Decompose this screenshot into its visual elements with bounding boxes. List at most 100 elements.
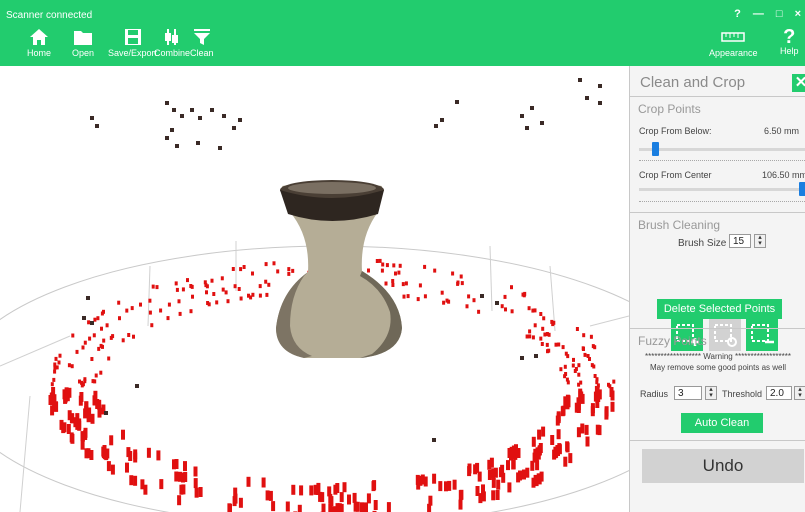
clean-button[interactable]: Clean [190,28,214,58]
stray-point [90,116,94,120]
brush-size-input[interactable]: 15 [729,234,751,248]
scan-point [109,335,113,340]
scan-point [398,263,402,268]
stray-point [222,114,226,118]
scan-point [167,302,171,307]
scan-point [452,479,457,490]
scan-point [251,292,255,297]
scan-point [460,281,464,286]
scan-point [100,311,104,316]
scan-point [547,348,551,353]
minimize-button[interactable]: — [753,8,764,20]
help-window-button[interactable]: ? [734,8,741,20]
help-button[interactable]: ? Help [780,27,799,56]
scan-point [585,436,590,447]
combine-button[interactable]: Combine [154,28,190,58]
scan-point [447,299,451,304]
crop-below-slider[interactable] [639,142,805,156]
scan-point [224,290,228,295]
scan-point [175,287,179,292]
scan-point [71,333,75,338]
scan-point [553,448,558,459]
scan-point [84,448,89,459]
scan-point [582,347,585,351]
grid-line [589,315,629,327]
scan-point [93,379,97,384]
undo-button[interactable]: Undo [642,449,804,483]
scan-point [121,429,125,440]
crop-center-slider-thumb[interactable] [798,182,805,196]
scan-point [321,503,326,512]
scan-point [186,278,189,283]
scan-point [467,294,471,299]
scan-point [94,373,98,378]
warning-note: May remove some good points as well [649,363,787,372]
scan-point [507,482,512,493]
scan-point [90,413,95,424]
scan-point [70,364,74,369]
scan-point [251,271,254,276]
scan-point [507,448,512,458]
stray-point [495,301,499,305]
maximize-button[interactable]: □ [776,8,783,20]
scan-point [373,500,378,510]
scan-point [99,343,103,348]
scan-point [575,327,579,331]
scan-point [181,484,186,495]
radius-spinner[interactable]: ▴ ▾ [705,386,717,400]
scan-point [372,480,377,491]
scan-point [541,326,545,331]
scan-point [576,427,581,438]
scan-point [117,300,121,305]
scan-point [276,269,280,274]
section-title: Crop Points [638,102,701,116]
radius-input[interactable]: 3 [674,386,702,400]
appearance-button[interactable]: Appearance [709,28,758,58]
stray-point [190,108,194,112]
scan-point [386,502,391,512]
open-label: Open [72,48,95,58]
scan-point [577,372,581,377]
scan-point [107,356,111,361]
save-export-button[interactable]: Save/Export [108,28,157,58]
scan-point [127,333,131,337]
clean-label: Clean [190,48,214,58]
close-window-button[interactable]: × [795,8,801,20]
scan-point [404,281,408,286]
scan-point [503,294,507,299]
stray-point [218,146,222,150]
threshold-spinner[interactable]: ▴ ▾ [794,386,805,400]
scan-point [285,501,290,512]
scan-point [397,270,401,275]
auto-clean-button[interactable]: Auto Clean [681,413,763,433]
scan-point [204,283,208,288]
scan-point [166,316,170,321]
brush-size-spinner[interactable]: ▴ ▾ [754,234,766,248]
stray-point [440,118,444,122]
scan-point [133,452,138,463]
stray-point [585,96,589,100]
scan-point [133,475,138,486]
scan-point [51,387,56,397]
open-button[interactable]: Open [72,28,94,58]
scan-point [189,284,193,288]
3d-viewport[interactable] [0,66,629,512]
scan-point [545,342,549,347]
scan-point [465,304,469,309]
point-cloud-scene[interactable] [0,66,629,512]
scan-point [58,353,62,358]
delete-selected-points-button[interactable]: Delete Selected Points [657,299,782,319]
scan-point [81,345,85,350]
stray-point [172,108,176,112]
crop-below-slider-thumb[interactable] [652,142,660,156]
close-panel-button[interactable]: ✕ [792,74,805,92]
crop-center-slider[interactable] [639,182,805,196]
scan-point [271,501,276,512]
scan-point [181,472,185,483]
stray-point [95,124,99,128]
scan-point [595,398,600,408]
section-title: Fuzzy Points [638,334,707,348]
home-button[interactable]: Home [27,28,51,58]
threshold-input[interactable]: 2.0 [766,386,792,400]
scan-point [381,262,385,267]
